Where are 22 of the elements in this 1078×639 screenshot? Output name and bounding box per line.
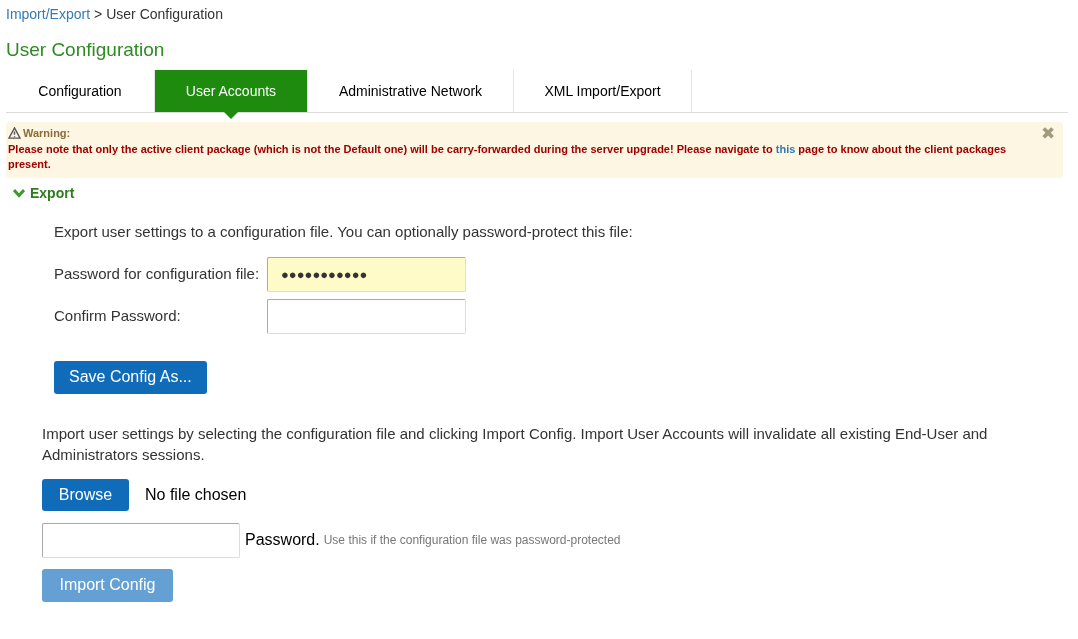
warning-message: Please note that only the active client package (which is not the Default one) will be carry-forwarded during the server upgrade! Please navigate to this page to know about the client packages present. [8, 141, 1008, 172]
password-hint: Use this if the configuration file was password-protected [323, 532, 621, 549]
section-toggle[interactable]: Export [13, 182, 75, 204]
import-description: Import user settings by selecting the configuration file and clicking Import Config. Import User Accounts will invalidate all existing End-User and Administrators sessions. [42, 423, 989, 465]
password-field[interactable]: ●●●●●●●●●●● [267, 256, 466, 292]
breadcrumb-link[interactable]: Import/Export [6, 3, 91, 25]
page-link[interactable]: this [775, 142, 796, 155]
breadcrumb-current: User Configuration [106, 4, 223, 24]
browse-button[interactable]: Browse [42, 478, 129, 511]
password-label: Password. [245, 530, 320, 550]
warning-title: Warning: [23, 126, 71, 141]
breadcrumb-separator: > [94, 4, 103, 24]
warning-icon [8, 127, 21, 140]
chevron-down-icon [13, 188, 25, 198]
page-title: User Configuration [6, 38, 166, 62]
password-field[interactable] [267, 298, 466, 334]
save-config-button[interactable]: Save Config As... [54, 360, 207, 394]
field-label: Password for configuration file: [54, 263, 261, 284]
file-status: No file chosen [145, 484, 247, 505]
field-label: Confirm Password: [54, 305, 182, 326]
password-field[interactable] [42, 522, 240, 558]
export-description: Export user settings to a configuration file. You can optionally password-protect this file: [54, 221, 634, 242]
